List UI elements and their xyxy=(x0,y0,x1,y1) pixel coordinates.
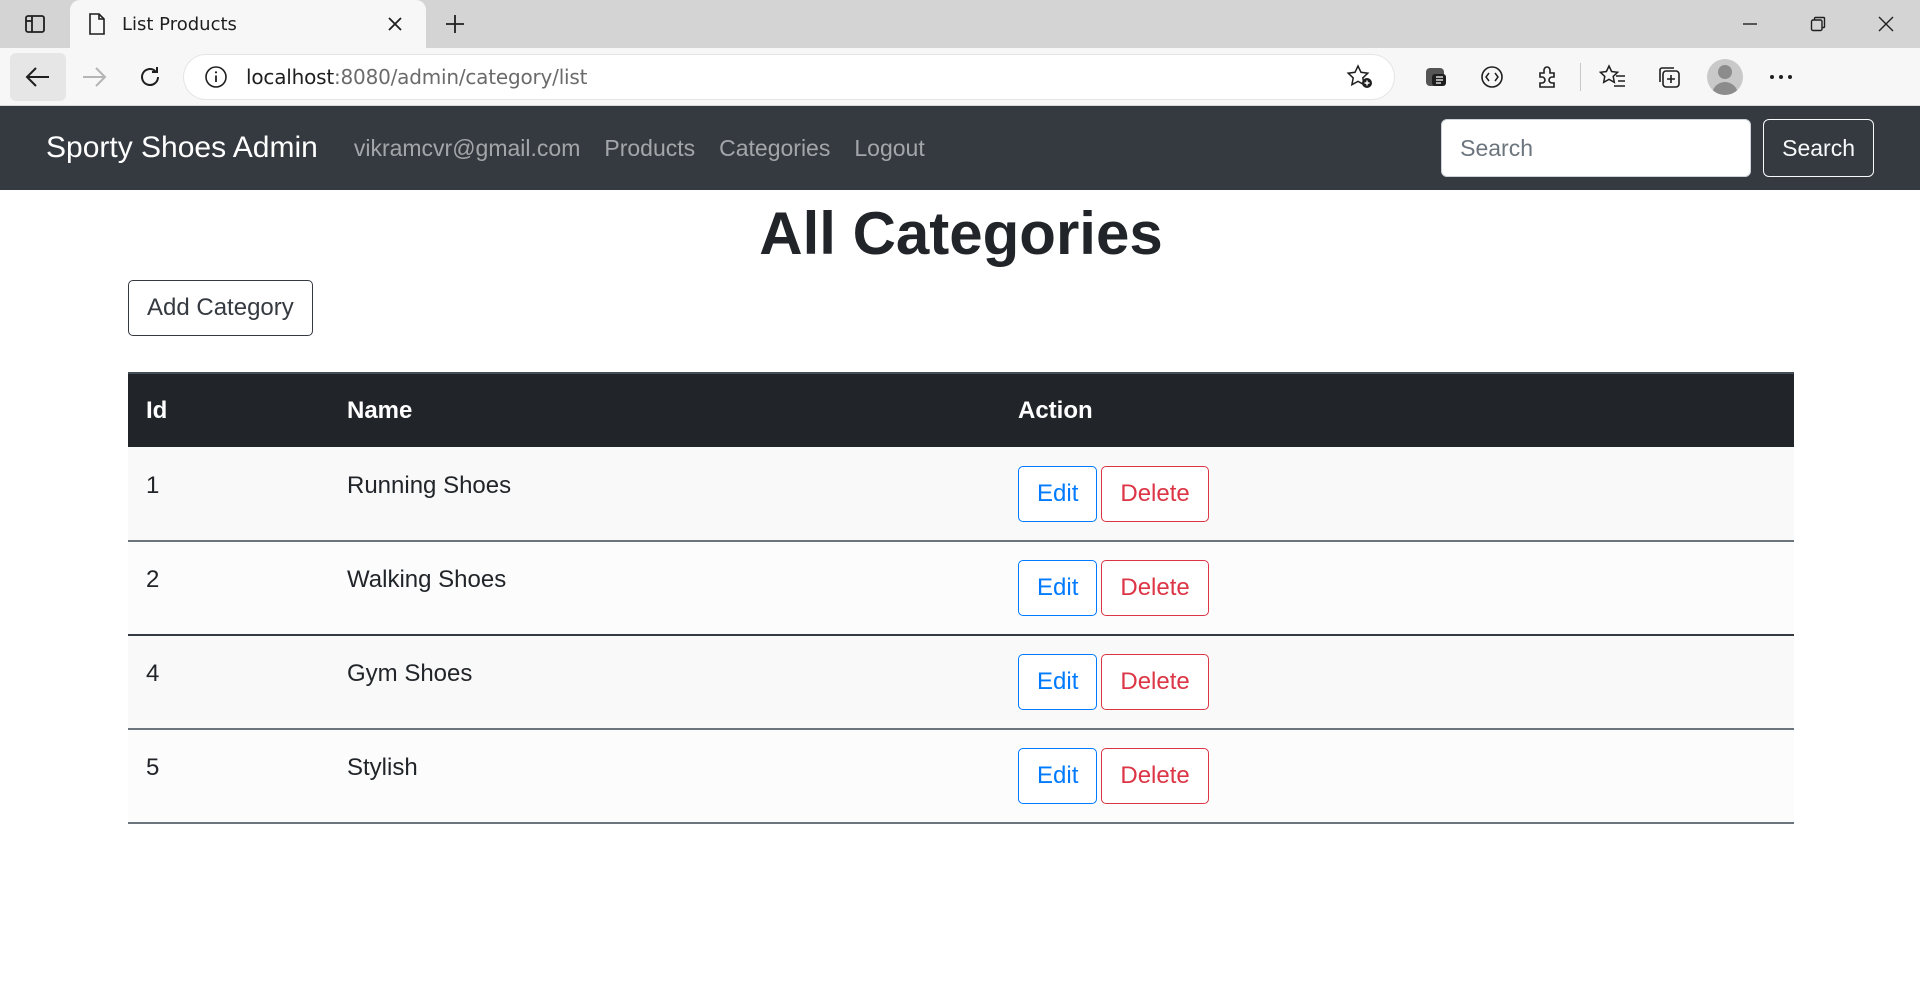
cell-id-text: 4 xyxy=(146,660,160,687)
cell-id-text: 5 xyxy=(146,754,160,781)
table-row: 1 Running Shoes Edit Delete xyxy=(128,447,1794,542)
app-navbar: Sporty Shoes Admin vikramcvr@gmail.com P… xyxy=(0,106,1920,190)
profile-icon xyxy=(1707,58,1743,95)
cell-name-text: Running Shoes xyxy=(347,471,512,499)
browser-tab-strip: List Products xyxy=(0,0,1920,48)
cell-name: Gym Shoes xyxy=(329,635,1000,730)
tab-actions-button[interactable] xyxy=(0,0,70,48)
info-icon xyxy=(205,65,227,88)
table-row: 2 Walking Shoes Edit Delete xyxy=(128,541,1794,636)
url-path: :8080/admin/category/list xyxy=(333,64,588,89)
cell-id: 1 xyxy=(128,447,329,542)
cell-name-text: Walking Shoes xyxy=(347,566,507,593)
cell-action: Edit Delete xyxy=(1000,541,1794,636)
forward-icon xyxy=(83,66,107,87)
table-header-row: Id Name Action xyxy=(128,372,1794,447)
url-host: localhost xyxy=(246,64,334,89)
close-icon xyxy=(388,17,402,31)
tab-title: List Products xyxy=(122,13,237,35)
delete-button[interactable]: Delete xyxy=(1101,465,1209,522)
tab-close-button[interactable] xyxy=(382,11,408,37)
window-close-icon xyxy=(1878,16,1894,32)
toolbar-separator xyxy=(1580,62,1581,91)
forward-button[interactable] xyxy=(66,53,122,101)
column-header-action: Action xyxy=(1000,372,1794,447)
edit-button[interactable]: Edit xyxy=(1018,560,1098,616)
devtools-extension-button[interactable] xyxy=(1464,53,1520,101)
table-body: 1 Running Shoes Edit Delete 2 Walking Sho… xyxy=(128,447,1794,824)
cell-action: Edit Delete xyxy=(1000,635,1794,730)
profile-button[interactable] xyxy=(1697,53,1753,101)
cell-name: Stylish xyxy=(329,729,1000,824)
search-button[interactable]: Search xyxy=(1763,119,1874,177)
search-input[interactable] xyxy=(1441,119,1752,177)
browser-toolbar: localhost:8080/admin/category/list xyxy=(0,48,1920,106)
cell-id: 4 xyxy=(128,635,329,730)
restore-icon xyxy=(1810,16,1826,32)
back-icon xyxy=(25,66,49,87)
cell-name-text: Stylish xyxy=(347,754,418,781)
cell-id: 5 xyxy=(128,729,329,824)
settings-more-button[interactable] xyxy=(1753,53,1809,101)
table-row: 5 Stylish Edit Delete xyxy=(128,729,1794,824)
table-row: 4 Gym Shoes Edit Delete xyxy=(128,635,1794,730)
edit-button[interactable]: Edit xyxy=(1018,654,1098,710)
minimize-button[interactable] xyxy=(1716,0,1784,48)
cell-id-text: 1 xyxy=(146,471,160,499)
minimize-icon xyxy=(1743,23,1757,25)
url-text[interactable]: localhost:8080/admin/category/list xyxy=(246,65,1346,89)
sidebar-icon xyxy=(25,15,45,33)
cell-name: Running Shoes xyxy=(329,447,1000,542)
cell-action: Edit Delete xyxy=(1000,729,1794,824)
devtools-icon xyxy=(1481,65,1503,88)
favorites-icon xyxy=(1599,63,1625,87)
table-header: Id Name Action xyxy=(128,372,1794,447)
column-header-name: Name xyxy=(329,372,1000,447)
delete-button[interactable]: Delete xyxy=(1101,748,1209,804)
collections-icon xyxy=(1659,66,1680,88)
add-category-button[interactable]: Add Category xyxy=(128,280,313,336)
extensions-button[interactable] xyxy=(1520,53,1576,101)
add-favorite-icon[interactable] xyxy=(1346,63,1374,90)
delete-button[interactable]: Delete xyxy=(1101,654,1209,710)
back-button[interactable] xyxy=(10,52,66,101)
page-title: All Categories xyxy=(759,200,1163,267)
navbar-brand[interactable]: Sporty Shoes Admin xyxy=(46,131,318,165)
refresh-icon xyxy=(141,66,159,86)
collection-extension-button[interactable] xyxy=(1408,53,1464,101)
address-bar[interactable]: localhost:8080/admin/category/list xyxy=(184,54,1394,99)
browser-tab-active[interactable]: List Products xyxy=(70,0,426,48)
collections-button[interactable] xyxy=(1641,53,1697,101)
new-tab-button[interactable] xyxy=(426,0,484,48)
plus-icon xyxy=(446,15,464,33)
cell-name-text: Gym Shoes xyxy=(347,660,473,687)
refresh-button[interactable] xyxy=(122,53,178,101)
restore-button[interactable] xyxy=(1784,0,1852,48)
nav-link-products[interactable]: Products xyxy=(604,135,695,162)
window-close-button[interactable] xyxy=(1852,0,1920,48)
page-icon xyxy=(89,13,105,35)
edit-button[interactable]: Edit xyxy=(1018,748,1098,804)
favorites-button[interactable] xyxy=(1585,53,1641,101)
nav-link-logout[interactable]: Logout xyxy=(854,135,924,162)
more-icon xyxy=(1770,74,1792,79)
collection-icon xyxy=(1426,67,1446,86)
cell-action: Edit Delete xyxy=(1000,447,1794,542)
cell-name: Walking Shoes xyxy=(329,541,1000,636)
main-content: All Categories Add Category Id Name Acti… xyxy=(128,198,1794,824)
column-header-id: Id xyxy=(128,372,329,447)
cell-id-text: 2 xyxy=(146,566,160,593)
categories-table: Id Name Action 1 Running Shoes Edit Delet… xyxy=(128,372,1794,824)
extensions-icon xyxy=(1539,65,1555,88)
cell-id: 2 xyxy=(128,541,329,636)
delete-button[interactable]: Delete xyxy=(1101,560,1209,616)
edit-button[interactable]: Edit xyxy=(1018,465,1098,522)
nav-link-categories[interactable]: Categories xyxy=(719,135,830,162)
window-controls xyxy=(1716,0,1920,48)
nav-link-user-email[interactable]: vikramcvr@gmail.com xyxy=(354,135,581,162)
